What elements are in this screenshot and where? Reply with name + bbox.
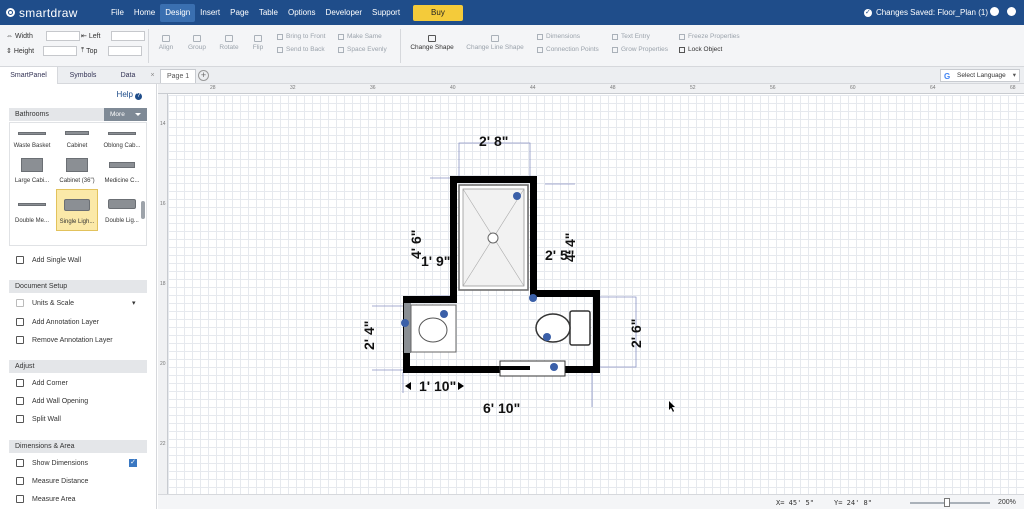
dimension-label[interactable]: 1' 10" [419,378,456,394]
arrow-left-icon [405,382,411,390]
wall[interactable] [450,176,537,183]
shower[interactable] [458,184,529,291]
wall[interactable] [530,176,537,298]
toilet[interactable] [535,310,591,346]
info-icon[interactable] [440,310,448,318]
cursor-icon [669,401,675,412]
info-icon[interactable] [550,363,558,371]
info-icon[interactable] [543,333,551,341]
dimension-label[interactable]: 2' 6" [628,319,644,348]
floor-plan[interactable]: 2' 8" 4' 6" 1' 9" 2' 5" 4' 4" 2' 4" 2' 6… [0,0,1024,509]
dimension-label[interactable]: 2' 4" [361,321,377,350]
dimension-label[interactable]: 1' 9" [421,253,450,269]
zoom-level: 200% [998,499,1016,506]
status-bar: X= 45' 5" Y= 24' 8" 200% [158,494,1024,509]
info-icon[interactable] [513,192,521,200]
vanity-sink[interactable] [404,303,457,353]
y-coordinate: Y= 24' 8" [834,499,872,507]
wall[interactable] [530,290,600,297]
zoom-slider[interactable] [910,502,990,504]
zoom-slider-handle[interactable] [944,498,950,507]
wall[interactable] [593,290,600,373]
info-icon[interactable] [529,294,537,302]
wall[interactable] [450,176,457,298]
dimension-label[interactable]: 4' 4" [562,233,578,262]
dimension-label[interactable]: 6' 10" [483,400,520,416]
dimension-label[interactable]: 2' 8" [479,133,508,149]
arrow-right-icon [458,382,464,390]
wall[interactable] [403,296,457,303]
x-coordinate: X= 45' 5" [776,499,814,507]
info-icon[interactable] [401,319,409,327]
